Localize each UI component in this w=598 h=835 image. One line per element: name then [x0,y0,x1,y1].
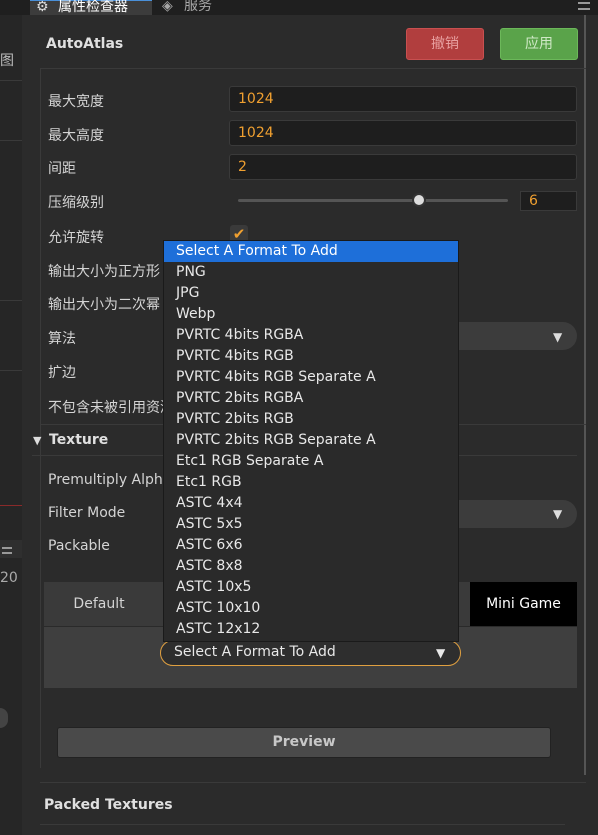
premultiply-label: Premultiply Alpha [48,472,164,488]
padding-input[interactable]: 2 [229,154,577,180]
preview-button[interactable]: Preview [57,727,551,758]
left-divider [0,300,22,301]
compress-label: 压缩级别 [48,195,104,211]
dropdown-option[interactable]: Select A Format To Add [164,241,458,262]
dropdown-option[interactable]: PNG [164,262,458,283]
dropdown-option[interactable]: PVRTC 2bits RGB Separate A [164,430,458,451]
dropdown-option[interactable]: PVRTC 4bits RGB Separate A [164,367,458,388]
gear-icon: ⚙ [36,0,49,15]
apply-button[interactable]: 应用 [500,28,578,60]
texture-section-title[interactable]: Texture [49,432,108,448]
bottom-divider [40,824,565,825]
tab-services[interactable]: ◈ 服务 [160,0,250,15]
tab-inspector-label: 属性检查器 [58,0,128,15]
rotation-label: 允许旋转 [48,230,104,246]
dropdown-option[interactable]: JPG [164,283,458,304]
dropdown-option[interactable]: ASTC 6x6 [164,535,458,556]
dropdown-option[interactable]: PVRTC 2bits RGBA [164,388,458,409]
panel-menu-icon[interactable] [578,2,590,10]
dropdown-option[interactable]: PVRTC 2bits RGB [164,409,458,430]
dropdown-option[interactable]: ASTC 10x10 [164,598,458,619]
exclude-unused-label: 不包含未被引用资源 [48,400,164,416]
max-height-label: 最大高度 [48,128,104,144]
tab-mini-game[interactable]: Mini Game [470,582,577,626]
eye-icon: ◈ [162,0,173,14]
tab-default[interactable]: Default [44,582,154,626]
left-red-line [0,505,22,506]
pot-label: 输出大小为二次幂 [48,297,160,313]
left-panel-glyph: 图 [0,53,14,69]
max-width-label: 最大宽度 [48,94,104,110]
footer-divider [40,782,586,783]
format-dropdown-list[interactable]: Select A Format To Add PNG JPG Webp PVRT… [163,240,459,642]
dropdown-option[interactable]: ASTC 5x5 [164,514,458,535]
dropdown-option[interactable]: Etc1 RGB [164,472,458,493]
dropdown-option[interactable]: ASTC 4x4 [164,493,458,514]
square-label: 输出大小为正方形 [48,264,160,280]
dropdown-option[interactable]: Etc1 RGB Separate A [164,451,458,472]
dropdown-option[interactable]: PVRTC 4bits RGB [164,346,458,367]
asset-title: AutoAtlas [46,36,124,52]
tab-inspector[interactable]: ⚙ 属性检查器 [30,0,152,15]
padding-label: 间距 [48,161,76,177]
extrude-label: 扩边 [48,365,76,381]
dropdown-option[interactable]: Webp [164,304,458,325]
collapse-arrow-icon[interactable]: ▼ [33,434,41,447]
filter-mode-label: Filter Mode [48,505,126,521]
compress-value-input[interactable]: 6 [520,191,577,211]
compress-slider-track[interactable] [238,199,508,202]
revert-button[interactable]: 撤销 [406,28,484,60]
tab-services-label: 服务 [184,0,212,14]
format-select-label: Select A Format To Add [174,644,336,660]
max-width-input[interactable]: 1024 [229,86,577,112]
chevron-down-icon: ▼ [553,507,563,521]
algorithm-label: 算法 [48,331,76,347]
chevron-down-icon: ▼ [436,646,446,660]
left-menu-icon[interactable] [2,547,12,554]
left-divider [0,370,22,371]
dropdown-option[interactable]: ASTC 10x5 [164,577,458,598]
compress-slider-knob[interactable] [411,193,426,207]
chevron-down-icon: ▼ [553,330,563,344]
max-height-input[interactable]: 1024 [229,120,577,146]
left-divider [0,140,22,141]
left-panel-number: 20 [0,570,18,586]
dropdown-option[interactable]: PVRTC 4bits RGBA [164,325,458,346]
left-divider [0,80,22,81]
packable-label: Packable [48,538,110,554]
dropdown-option[interactable]: ASTC 8x8 [164,556,458,577]
packed-textures-title: Packed Textures [44,797,173,813]
dropdown-option[interactable]: ASTC 12x12 [164,619,458,640]
